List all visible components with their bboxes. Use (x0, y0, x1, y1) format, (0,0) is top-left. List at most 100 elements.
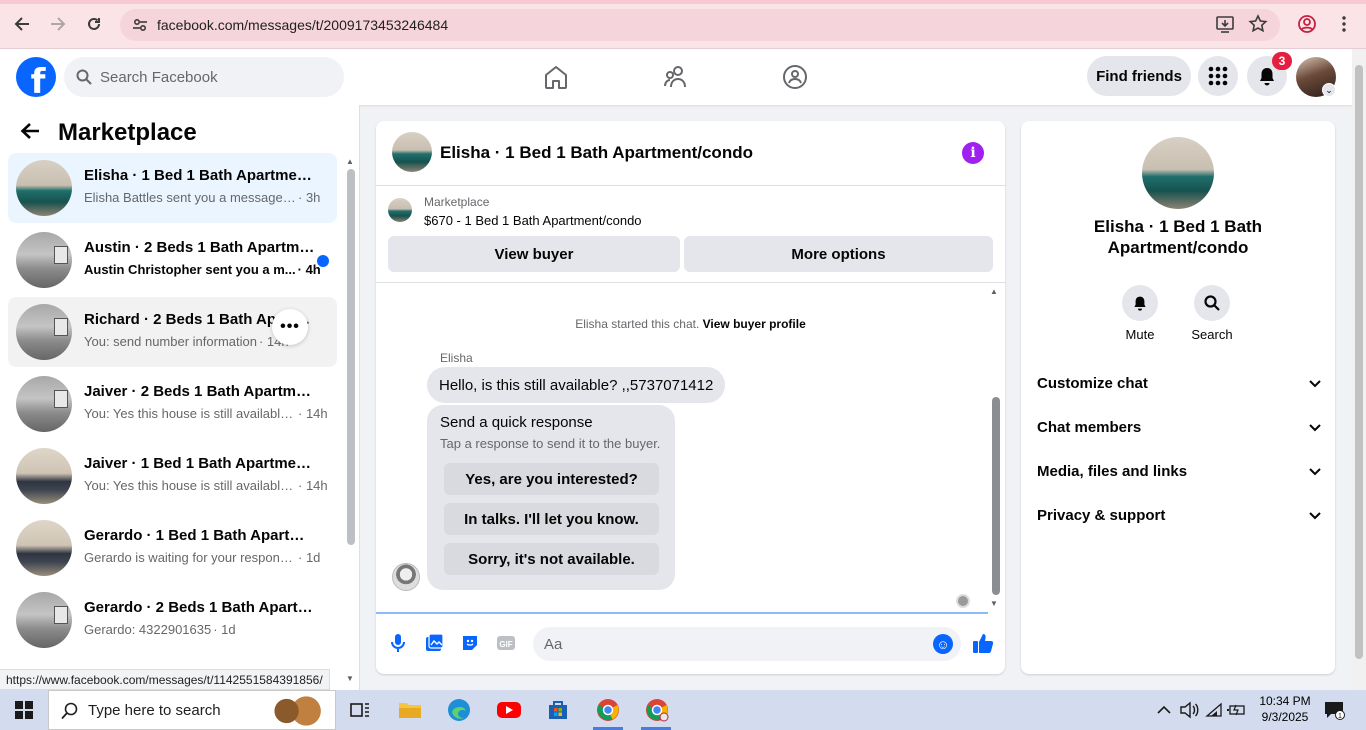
chevron-down-icon (1309, 419, 1321, 436)
facebook-header: f Search Facebook Find friends ⌄ (0, 49, 1352, 105)
conversation-item[interactable]: Gerardo · 1 Bed 1 Bath Apartment/condo Ge… (8, 513, 337, 583)
emoji-icon[interactable]: ☺ (933, 634, 953, 654)
chat-header: Elisha · 1 Bed 1 Bath Apartment/condo i (376, 121, 1005, 186)
address-bar[interactable]: facebook.com/messages/t/2009173453246484 (120, 9, 1280, 41)
conversation-thumbnail (16, 520, 72, 576)
back-arrow-icon[interactable] (20, 122, 40, 145)
search-icon (76, 69, 92, 85)
buyer-avatar[interactable] (392, 563, 420, 591)
photo-icon[interactable] (423, 632, 445, 654)
forward-arrow-icon[interactable] (47, 13, 69, 35)
chat-scrollbar[interactable] (992, 397, 1000, 595)
bookmark-star-icon[interactable] (1247, 13, 1269, 35)
conversation-snippet: Gerardo is waiting for your response. · 1… (84, 550, 320, 565)
chat-details-panel: Elisha · 1 Bed 1 Bath Apartment/condo Mu… (1021, 121, 1335, 674)
seen-indicator-avatar (956, 594, 970, 608)
chat-scroll-down-arrow-icon[interactable]: ▼ (990, 599, 998, 608)
composer-divider (376, 612, 988, 614)
conversation-snippet: Austin Christopher sent you a m... · 4h (84, 262, 321, 277)
conversation-item[interactable]: Richard · 2 Beds 1 Bath Apartment/condoY… (8, 297, 337, 367)
system-clock[interactable]: 10:34 PM 9/3/2025 (1252, 693, 1318, 725)
conversation-thumbnail (16, 448, 72, 504)
sender-name: Elisha (440, 351, 473, 365)
show-hidden-icons-chevron-icon[interactable] (1150, 696, 1178, 724)
privacy-support-label: Privacy & support (1037, 506, 1166, 524)
profile-icon[interactable] (1296, 13, 1318, 35)
like-thumbs-up-icon[interactable] (972, 632, 994, 654)
windows-start-icon[interactable] (10, 696, 38, 724)
account-avatar[interactable]: ⌄ (1296, 57, 1336, 97)
conversation-item[interactable]: Jaiver · 1 Bed 1 Bath Apartment/condo You… (8, 441, 337, 511)
media-files-links-row[interactable]: Media, files and links (1037, 456, 1321, 486)
sidebar-scrollbar[interactable] (347, 169, 355, 545)
mute-label: Mute (1125, 327, 1155, 342)
page-scrollbar-thumb[interactable] (1355, 65, 1363, 659)
home-icon[interactable] (542, 63, 570, 91)
task-view-icon[interactable] (346, 696, 374, 724)
file-explorer-icon[interactable] (396, 696, 424, 724)
search-in-conversation-button[interactable]: Search (1182, 285, 1242, 342)
conversation-item[interactable]: Gerardo · 2 Beds 1 Bath Apartment/condo G… (8, 585, 337, 655)
conversation-name: Gerardo · 1 Bed 1 Bath Apartment/condo (84, 527, 316, 544)
microsoft-store-icon[interactable] (544, 696, 572, 724)
message-input[interactable] (544, 627, 924, 661)
taskbar-search-placeholder: Type here to search (88, 701, 221, 719)
quick-reply-yes[interactable]: Yes, are you interested? (444, 463, 659, 495)
listing-card: Marketplace $670 - 1 Bed 1 Bath Apartmen… (376, 187, 1005, 283)
sticker-icon[interactable] (459, 632, 481, 654)
snippet-text: Gerardo is waiting for your response. (84, 550, 296, 565)
browser-menu-icon[interactable] (1333, 13, 1355, 35)
friends-icon[interactable] (662, 63, 690, 91)
menu-grid-icon[interactable] (1198, 56, 1238, 96)
browser-toolbar: facebook.com/messages/t/2009173453246484 (0, 0, 1366, 49)
groups-icon[interactable] (781, 63, 809, 91)
unread-dot (317, 255, 329, 267)
microphone-icon[interactable] (387, 632, 409, 654)
scroll-down-arrow-icon[interactable]: ▼ (346, 674, 354, 683)
more-options-button[interactable]: More options (684, 236, 993, 272)
url-text: facebook.com/messages/t/2009173453246484 (157, 17, 449, 33)
view-buyer-button[interactable]: View buyer (388, 236, 680, 272)
chat-title[interactable]: Elisha · 1 Bed 1 Bath Apartment/condo (440, 143, 753, 163)
site-settings-icon[interactable] (132, 17, 148, 38)
more-options-icon[interactable]: ••• (272, 309, 308, 345)
chat-scroll-up-arrow-icon[interactable]: ▲ (990, 287, 998, 296)
privacy-support-row[interactable]: Privacy & support (1037, 500, 1321, 530)
listing-price: $670 - 1 Bed 1 Bath Apartment/condo (424, 213, 642, 228)
find-friends-button[interactable]: Find friends (1087, 56, 1191, 96)
message-input-box[interactable]: ☺ (533, 627, 961, 661)
listing-thumbnail[interactable] (392, 132, 432, 172)
notification-center-icon[interactable]: 1 (1320, 696, 1348, 724)
battery-icon[interactable] (1223, 696, 1251, 724)
edge-browser-icon[interactable] (445, 696, 473, 724)
chrome-profile-1-icon[interactable] (594, 696, 622, 724)
conversation-item[interactable]: Austin · 2 Beds 1 Bath Apartment/condo Au… (8, 225, 337, 295)
conversation-thumbnail (16, 376, 72, 432)
quick-reply-not-available[interactable]: Sorry, it's not available. (444, 543, 659, 575)
taskbar-search[interactable]: Type here to search (48, 690, 336, 730)
view-buyer-profile-link[interactable]: View buyer profile (703, 317, 806, 331)
scroll-up-arrow-icon[interactable]: ▲ (346, 157, 354, 166)
page-scrollbar[interactable] (1352, 49, 1366, 690)
chat-members-row[interactable]: Chat members (1037, 412, 1321, 442)
snippet-time: · 1d (298, 550, 321, 565)
facebook-search[interactable]: Search Facebook (64, 57, 344, 97)
conversation-name: Jaiver · 2 Beds 1 Bath Apartment/condo (84, 383, 316, 400)
info-icon[interactable]: i (962, 142, 984, 164)
chrome-profile-2-icon[interactable] (643, 696, 671, 724)
volume-icon[interactable] (1175, 696, 1203, 724)
mute-button[interactable]: Mute (1110, 285, 1170, 342)
youtube-icon[interactable] (495, 696, 523, 724)
install-app-icon[interactable] (1214, 13, 1236, 35)
quick-reply-in-talks[interactable]: In talks. I'll let you know. (444, 503, 659, 535)
chat-members-label: Chat members (1037, 418, 1142, 436)
gif-icon[interactable]: GIF (495, 632, 517, 654)
conversation-item[interactable]: Jaiver · 2 Beds 1 Bath Apartment/condo Yo… (8, 369, 337, 439)
back-arrow-icon[interactable] (11, 13, 33, 35)
reload-icon[interactable] (83, 13, 105, 35)
facebook-logo[interactable]: f (16, 57, 56, 97)
conversation-item[interactable]: Elisha · 1 Bed 1 Bath Apartment/condo Eli… (8, 153, 337, 223)
customize-chat-row[interactable]: Customize chat (1037, 368, 1321, 398)
snippet-text: You: Yes this house is still available..… (84, 406, 296, 421)
snippet-text: You: send number information (84, 334, 257, 349)
